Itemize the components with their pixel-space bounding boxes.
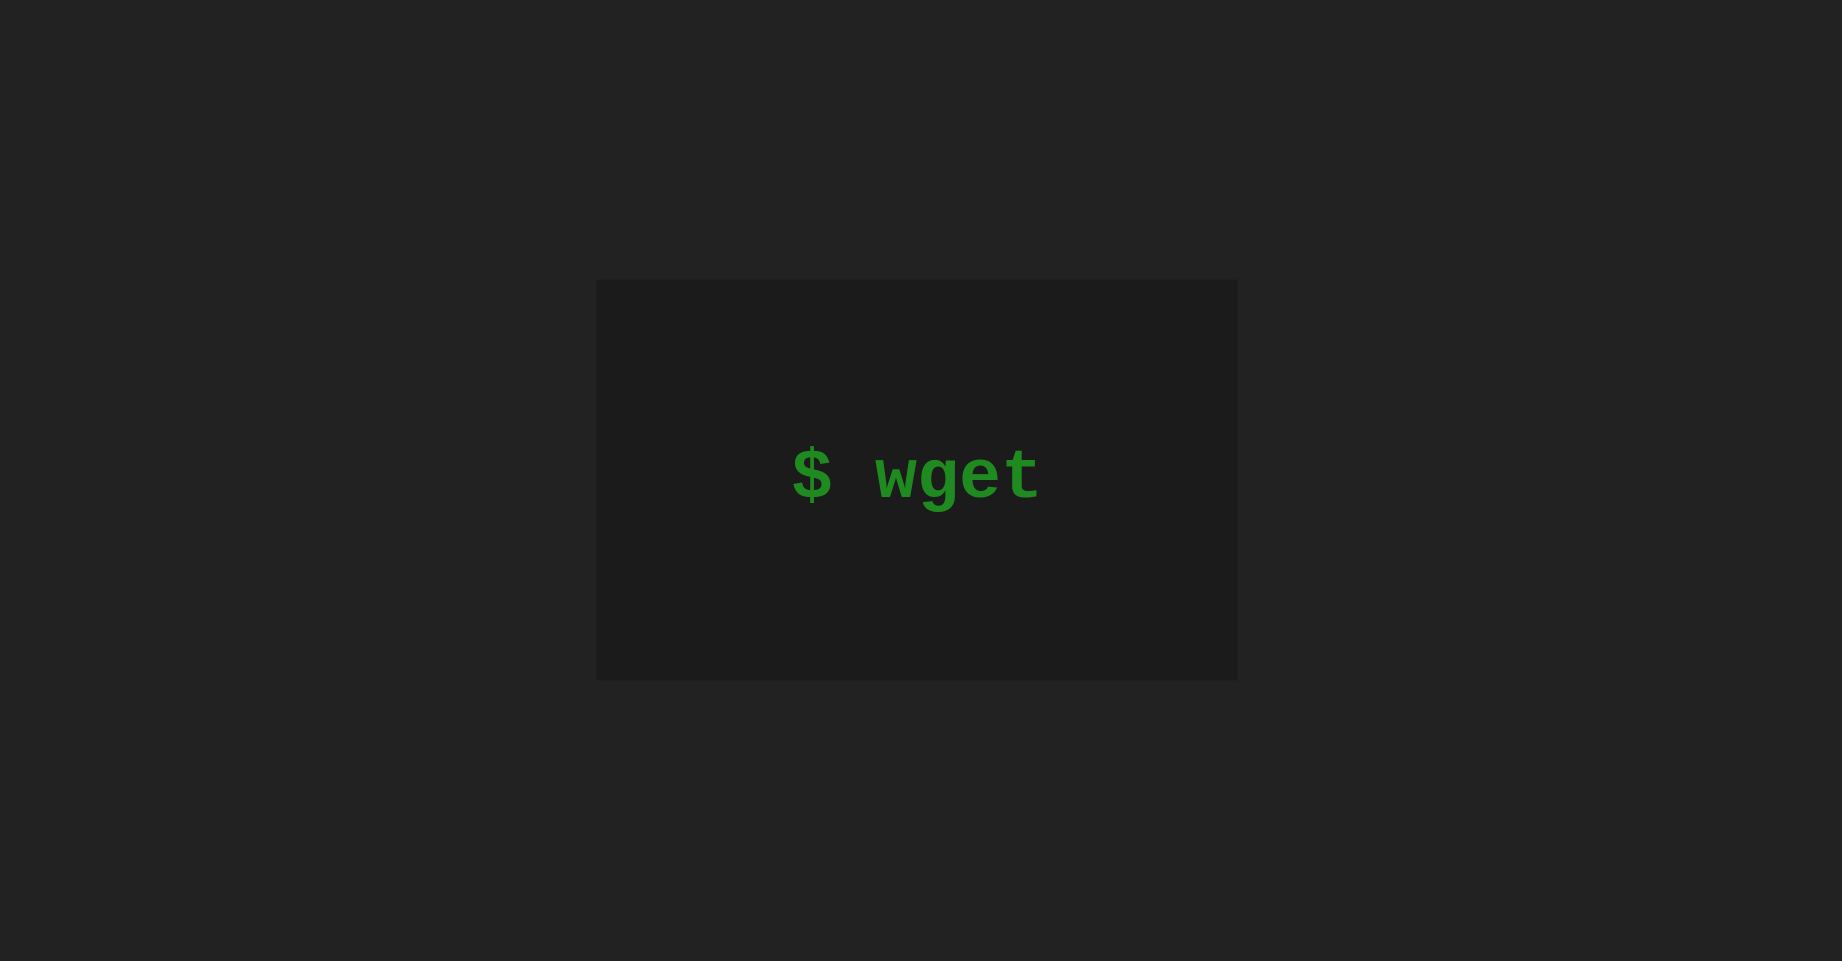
command-line: $ wget: [791, 445, 1043, 515]
command-text: wget: [875, 440, 1044, 519]
page-background: $ wget: [0, 0, 1842, 961]
prompt-symbol: $: [790, 440, 833, 519]
terminal-card: $ wget: [597, 280, 1237, 680]
